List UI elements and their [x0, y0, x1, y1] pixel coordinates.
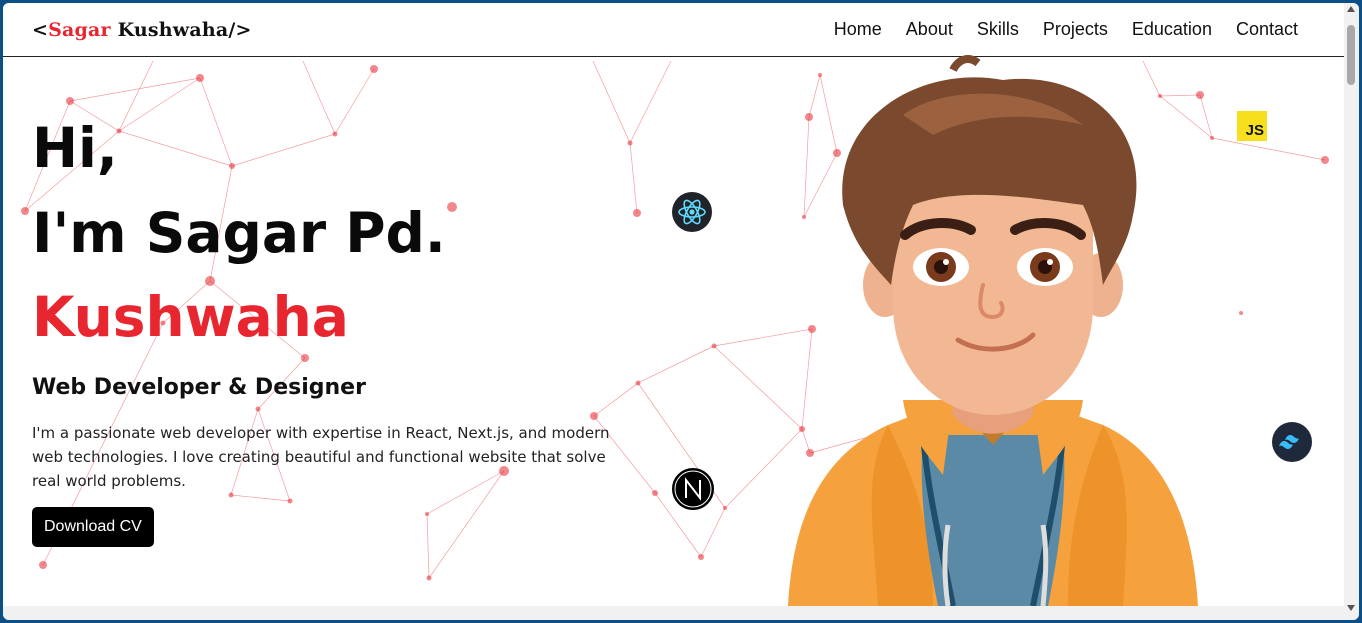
- download-cv-button[interactable]: Download CV: [32, 507, 154, 547]
- hero-surname: Kushwaha: [32, 285, 349, 349]
- nav-menu: Home About Skills Projects Education Con…: [834, 19, 1298, 40]
- nav-link-contact[interactable]: Contact: [1236, 19, 1298, 40]
- navbar: <Sagar Kushwaha/> Home About Skills Proj…: [3, 3, 1344, 57]
- vertical-scrollbar[interactable]: [1344, 3, 1359, 620]
- browser-window: <Sagar Kushwaha/> Home About Skills Proj…: [3, 3, 1359, 620]
- nav-link-skills[interactable]: Skills: [977, 19, 1019, 40]
- nav-link-home[interactable]: Home: [834, 19, 882, 40]
- nav-link-projects[interactable]: Projects: [1043, 19, 1108, 40]
- react-icon: [672, 192, 712, 232]
- avatar: [788, 55, 1198, 606]
- page-viewport: <Sagar Kushwaha/> Home About Skills Proj…: [3, 3, 1344, 606]
- logo-rest: Kushwaha/>: [110, 18, 252, 41]
- hero-greeting: Hi,: [32, 116, 118, 180]
- horizontal-scrollbar[interactable]: [3, 606, 1344, 620]
- nav-link-education[interactable]: Education: [1132, 19, 1212, 40]
- hero-name: I'm Sagar Pd.: [32, 201, 446, 265]
- hero-description: I'm a passionate web developer with expe…: [32, 424, 610, 490]
- scroll-down-arrow-icon[interactable]: [1347, 605, 1355, 611]
- scroll-up-arrow-icon[interactable]: [1347, 6, 1355, 12]
- tailwind-icon: [1272, 422, 1312, 462]
- javascript-icon: JS: [1237, 111, 1267, 141]
- scroll-thumb[interactable]: [1347, 25, 1355, 85]
- hero-subtitle: Web Developer & Designer: [32, 375, 366, 400]
- site-logo[interactable]: <Sagar Kushwaha/>: [32, 19, 252, 41]
- nav-link-about[interactable]: About: [906, 19, 953, 40]
- logo-first-name: Sagar: [48, 18, 111, 41]
- nextjs-icon: [672, 468, 714, 510]
- logo-bracket: <: [32, 18, 49, 41]
